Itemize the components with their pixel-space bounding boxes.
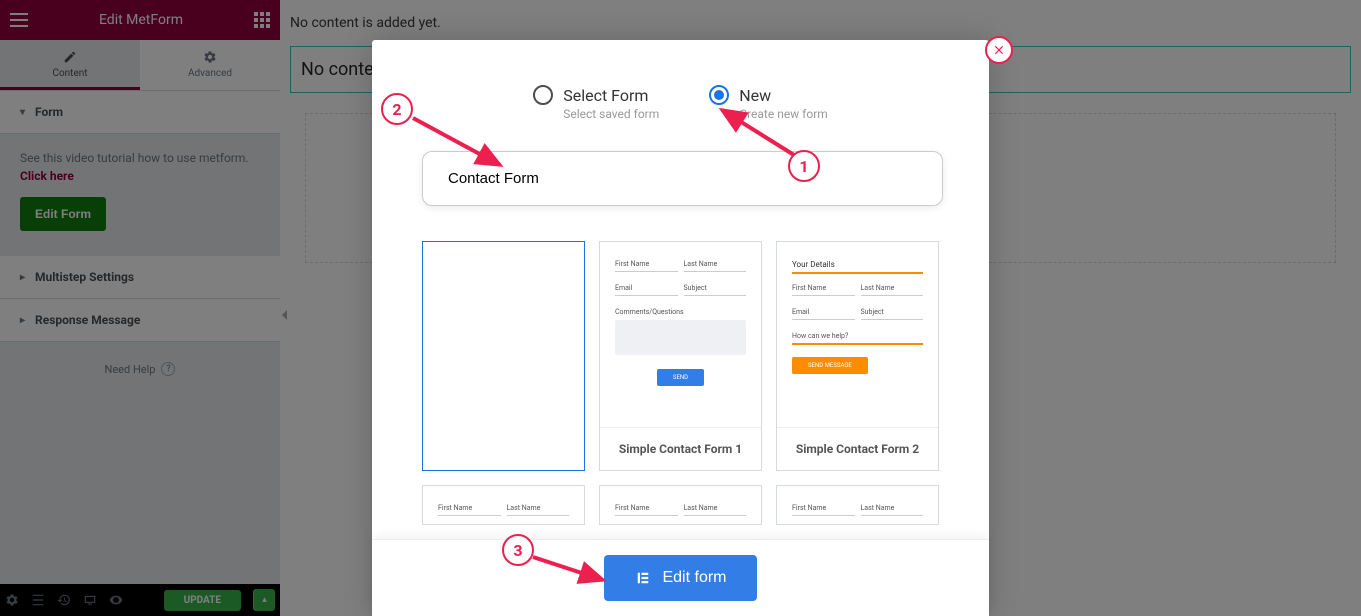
annotation-arrow-1 (712, 100, 802, 160)
close-button[interactable] (985, 36, 1013, 64)
close-icon (992, 43, 1006, 57)
annotation-arrow-3 (528, 552, 613, 592)
annotation-1: 1 (788, 150, 820, 182)
radio-icon (533, 85, 553, 105)
template-blank[interactable] (422, 241, 585, 471)
template-preview: Your Details First NameLast Name EmailSu… (777, 242, 938, 427)
elementor-icon (634, 569, 652, 587)
template-preview (423, 242, 584, 470)
template-simple-contact-2[interactable]: Your Details First NameLast Name EmailSu… (776, 241, 939, 471)
annotation-arrow-2 (405, 110, 510, 180)
template-simple-contact-1[interactable]: First NameLast Name EmailSubject Comment… (599, 241, 762, 471)
template-grid-row-2: First NameLast Name First NameLast Name … (422, 485, 939, 525)
modal-footer: Edit form (372, 539, 989, 616)
edit-form-action-button[interactable]: Edit form (604, 555, 756, 601)
template-grid: First NameLast Name EmailSubject Comment… (422, 241, 939, 471)
radio-select-form[interactable]: Select Form Select saved form (533, 85, 659, 121)
template-item[interactable]: First NameLast Name (599, 485, 762, 525)
annotation-3: 3 (502, 534, 534, 566)
annotation-2: 2 (381, 93, 413, 125)
template-preview: First NameLast Name EmailSubject Comment… (600, 242, 761, 427)
template-item[interactable]: First NameLast Name (776, 485, 939, 525)
template-item[interactable]: First NameLast Name (422, 485, 585, 525)
